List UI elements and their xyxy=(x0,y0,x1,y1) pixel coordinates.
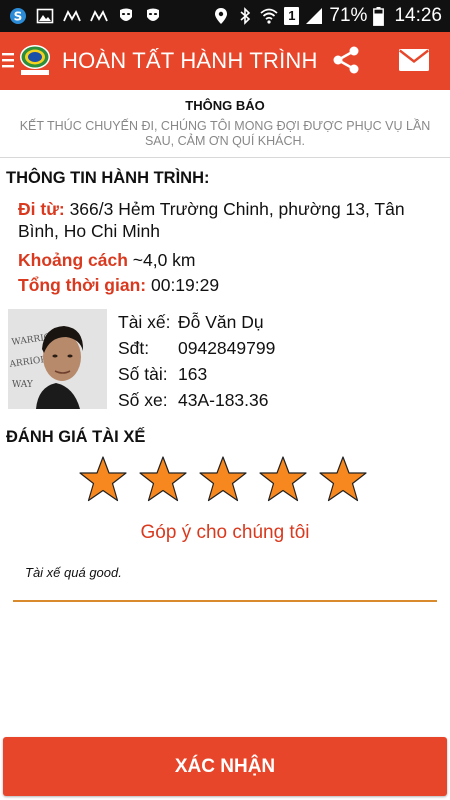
driver-details: Tài xế: Đỗ Văn Dụ Sđt: 0942849799 Số tài… xyxy=(118,312,275,416)
feedback-link[interactable]: Góp ý cho chúng tôi xyxy=(0,522,450,544)
sim-slot-badge: 1 xyxy=(284,7,300,25)
star-icon[interactable] xyxy=(138,455,188,503)
share-icon[interactable] xyxy=(330,44,362,76)
trip-info-heading: THÔNG TIN HÀNH TRÌNH: xyxy=(6,169,210,187)
notice-message: KẾT THÚC CHUYẾN ĐI, CHÚNG TÔI MONG ĐỢI Đ… xyxy=(19,119,431,148)
star-icon[interactable] xyxy=(318,455,368,503)
status-bar: S 1 71% 14:26 xyxy=(0,0,450,32)
logo xyxy=(20,45,50,75)
skype-icon: S xyxy=(10,8,26,24)
duration-label: Tổng thời gian: xyxy=(18,275,147,295)
driver-name-row: Tài xế: Đỗ Văn Dụ xyxy=(118,312,275,338)
distance-value: ~4,0 km xyxy=(132,250,196,270)
mask-icon xyxy=(147,8,159,21)
vehicle-plate-value: 43A-183.36 xyxy=(178,390,269,410)
driver-phone-row: Sđt: 0942849799 xyxy=(118,338,275,364)
menu-icon[interactable] xyxy=(2,49,16,71)
image-icon xyxy=(36,8,54,24)
star-rating[interactable] xyxy=(78,455,378,505)
wave-icon xyxy=(90,10,108,22)
svg-text:S: S xyxy=(14,10,23,24)
driver-number-label: Số tài: xyxy=(118,364,168,384)
clock: 14:26 xyxy=(394,5,442,26)
vehicle-plate-label: Số xe: xyxy=(118,390,168,410)
driver-name-label: Tài xế: xyxy=(118,312,171,332)
driver-name-value: Đỗ Văn Dụ xyxy=(178,312,264,332)
origin-value: 366/3 Hẻm Trường Chinh, phường 13, Tân B… xyxy=(18,199,405,241)
vehicle-plate-row: Số xe: 43A-183.36 xyxy=(118,390,275,416)
notice-title: THÔNG BÁO xyxy=(185,98,265,113)
driver-phone-label: Sđt: xyxy=(118,338,150,358)
comment-field[interactable]: Tài xế quá good. xyxy=(13,560,437,602)
bluetooth-icon xyxy=(240,7,251,25)
trip-duration: Tổng thời gian: 00:19:29 xyxy=(18,274,219,296)
trip-distance: Khoảng cách ~4,0 km xyxy=(18,249,196,271)
wifi-icon xyxy=(260,8,279,24)
distance-label: Khoảng cách xyxy=(18,250,128,270)
notice-panel: THÔNG BÁO KẾT THÚC CHUYẾN ĐI, CHÚNG TÔI … xyxy=(0,90,450,158)
trip-origin: Đi từ: 366/3 Hẻm Trường Chinh, phường 13… xyxy=(18,198,428,242)
signal-icon xyxy=(306,8,323,24)
star-icon[interactable] xyxy=(78,455,128,503)
driver-phone-value[interactable]: 0942849799 xyxy=(178,338,275,364)
mask-icon xyxy=(120,8,132,21)
driver-photo: WARRIOR ARRIOR WAY xyxy=(8,309,107,409)
app-bar: HOÀN TẤT HÀNH TRÌNH xyxy=(0,32,450,90)
driver-number-value: 163 xyxy=(178,364,208,384)
confirm-button[interactable]: XÁC NHẬN xyxy=(3,737,447,796)
mail-icon[interactable] xyxy=(399,49,429,71)
star-icon[interactable] xyxy=(198,455,248,503)
duration-value: 00:19:29 xyxy=(150,275,220,295)
svg-text:WAY: WAY xyxy=(12,380,34,390)
location-icon xyxy=(215,8,228,24)
driver-number-row: Số tài: 163 xyxy=(118,364,275,390)
page-title: HOÀN TẤT HÀNH TRÌNH xyxy=(62,48,318,73)
star-icon[interactable] xyxy=(258,455,308,503)
battery-icon xyxy=(373,6,385,26)
battery-percent: 71% xyxy=(329,5,368,26)
origin-label: Đi từ: xyxy=(18,199,65,219)
wave-icon xyxy=(63,10,81,22)
rating-heading: ĐÁNH GIÁ TÀI XẾ xyxy=(6,428,146,446)
